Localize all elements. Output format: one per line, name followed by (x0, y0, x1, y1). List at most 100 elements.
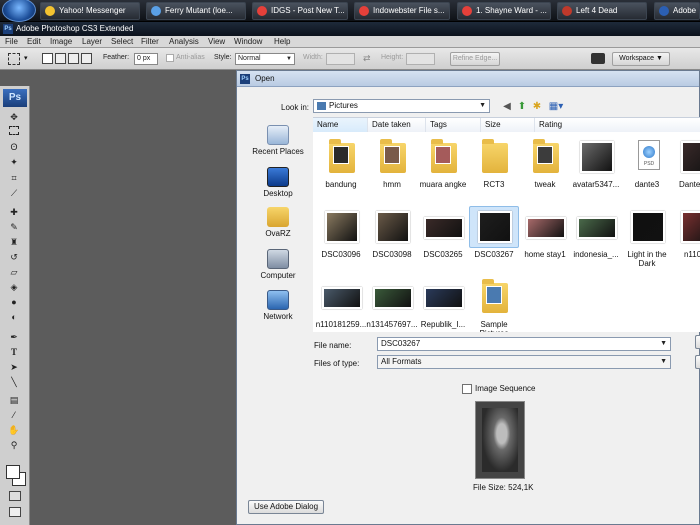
file-item[interactable]: Dante, Ne (671, 136, 700, 189)
docked-panel-icon[interactable] (591, 53, 605, 64)
place-user[interactable]: OvaRZ (247, 207, 309, 238)
move-tool-icon[interactable]: ✥ (7, 111, 21, 123)
column-header-rating[interactable]: Rating (535, 118, 700, 132)
path-selection-tool-icon[interactable]: ➤ (7, 361, 21, 373)
swap-dimensions-icon[interactable]: ⇄ (363, 53, 371, 64)
menu-window[interactable]: Window (234, 36, 262, 48)
line-tool-icon[interactable]: ╲ (7, 376, 21, 388)
menu-view[interactable]: View (208, 36, 225, 48)
file-name-input[interactable]: DSC03267 ▼ (377, 337, 671, 351)
marquee-tool-icon[interactable] (8, 53, 20, 65)
quick-mask-icon[interactable] (9, 491, 21, 501)
taskbar-item[interactable]: Indowebster File s... (354, 2, 450, 20)
slice-tool-icon[interactable]: ⟋ (7, 187, 21, 199)
refine-edge-button[interactable]: Refine Edge... (450, 52, 500, 66)
eyedropper-tool-icon[interactable]: ⁄ (7, 409, 21, 421)
file-item[interactable]: n110181259... (315, 276, 367, 329)
place-recent-places[interactable]: Recent Places (247, 125, 309, 156)
place-network[interactable]: Network (247, 290, 309, 321)
file-item[interactable]: n11018 (671, 206, 700, 259)
pen-tool-icon[interactable]: ✒ (7, 331, 21, 343)
menu-layer[interactable]: Layer (82, 36, 102, 48)
cancel-button[interactable] (695, 355, 700, 369)
file-item[interactable]: bandung (315, 136, 367, 189)
paint-bucket-tool-icon[interactable]: ◈ (7, 281, 21, 293)
folder-icon (533, 139, 559, 173)
blur-tool-icon[interactable]: ● (7, 296, 21, 308)
menu-image[interactable]: Image (50, 36, 72, 48)
taskbar-item[interactable]: IDGS - Post New T... (252, 2, 348, 20)
open-button[interactable] (695, 335, 700, 349)
file-item[interactable]: DSC03098 (366, 206, 418, 259)
crop-tool-icon[interactable]: ⌗ (7, 172, 21, 184)
menu-help[interactable]: Help (274, 36, 290, 48)
hand-tool-icon[interactable]: ✋ (7, 424, 21, 436)
file-item[interactable]: RCT3 (468, 136, 520, 189)
taskbar-item[interactable]: 1. Shayne Ward - ... (457, 2, 551, 20)
file-item[interactable]: Republik_I... (417, 276, 469, 329)
file-item[interactable]: tweak (519, 136, 571, 189)
brush-tool-icon[interactable]: ✎ (7, 221, 21, 233)
column-header-size[interactable]: Size (481, 118, 535, 132)
taskbar-item[interactable]: Adobe (654, 2, 700, 20)
dialog-title-bar[interactable]: Ps Open (237, 71, 699, 87)
taskbar-item[interactable]: Left 4 Dead (557, 2, 647, 20)
photoshop-logo[interactable]: Ps (3, 89, 27, 107)
file-item[interactable]: Sample Pictures (468, 276, 520, 332)
magic-wand-tool-icon[interactable]: ✦ (7, 156, 21, 168)
lasso-tool-icon[interactable]: ʘ (7, 141, 21, 153)
menu-filter[interactable]: Filter (141, 36, 159, 48)
view-menu-icon[interactable]: ▦▾ (546, 101, 566, 113)
clone-stamp-tool-icon[interactable]: ♜ (7, 236, 21, 248)
file-item[interactable]: Light in the Dark (621, 206, 673, 268)
column-header-name[interactable]: Name (313, 118, 368, 132)
file-item[interactable]: hmm (366, 136, 418, 189)
file-item[interactable]: n131457697... (366, 276, 418, 329)
dodge-tool-icon[interactable]: ◐ (7, 311, 21, 323)
style-select[interactable]: Normal ▼ (235, 53, 295, 65)
type-tool-icon[interactable]: T (7, 346, 21, 358)
place-desktop[interactable]: Desktop (247, 167, 309, 198)
image-sequence-checkbox[interactable] (462, 384, 472, 394)
screen-mode-icon[interactable] (9, 507, 21, 517)
file-item[interactable]: DSC03265 (417, 206, 469, 259)
back-icon[interactable]: ◀ (501, 101, 513, 113)
menu-edit[interactable]: Edit (27, 36, 41, 48)
tool-preset-chevron-icon[interactable]: ▾ (24, 54, 28, 62)
files-of-type-select[interactable]: All Formats ▼ (377, 355, 671, 369)
taskbar-item[interactable]: Yahoo! Messenger (40, 2, 140, 20)
new-folder-icon[interactable]: ✱ (531, 101, 543, 113)
column-header-date-taken[interactable]: Date taken (368, 118, 426, 132)
column-header-tags[interactable]: Tags (426, 118, 481, 132)
up-folder-icon[interactable]: ⬆ (516, 101, 528, 113)
file-item[interactable]: DSC03096 (315, 206, 367, 259)
foreground-color-swatch[interactable] (6, 465, 20, 479)
menu-file[interactable]: File (5, 36, 18, 48)
healing-brush-tool-icon[interactable]: ✚ (7, 206, 21, 218)
look-in-select[interactable]: Pictures ▼ (313, 99, 490, 113)
file-list[interactable]: Name Date taken Tags Size Rating bandung… (313, 117, 700, 332)
file-item[interactable]: avatar5347... (570, 136, 622, 189)
eraser-tool-icon[interactable]: ▱ (7, 266, 21, 278)
place-computer[interactable]: Computer (247, 249, 309, 280)
height-input[interactable] (406, 53, 435, 65)
file-item[interactable]: home stay1 (519, 206, 571, 259)
zoom-tool-icon[interactable]: ⚲ (7, 439, 21, 451)
file-item[interactable]: PSD dante3 (621, 136, 673, 189)
menu-analysis[interactable]: Analysis (169, 36, 199, 48)
start-button[interactable] (2, 0, 36, 22)
file-item[interactable]: indonesia_... (570, 206, 622, 259)
history-brush-tool-icon[interactable]: ↺ (7, 251, 21, 263)
feather-input[interactable]: 0 px (134, 53, 158, 65)
marquee-tool-icon[interactable] (7, 126, 21, 138)
use-adobe-dialog-button[interactable]: Use Adobe Dialog (248, 500, 324, 514)
menu-select[interactable]: Select (111, 36, 133, 48)
width-input[interactable] (326, 53, 355, 65)
file-item[interactable]: DSC03267 (468, 206, 520, 259)
notes-tool-icon[interactable]: ▤ (7, 394, 21, 406)
selection-mode-icons[interactable] (42, 53, 94, 65)
file-item[interactable]: muara angke (417, 136, 469, 189)
workspace-button[interactable]: Workspace ▼ (612, 52, 670, 66)
taskbar-item[interactable]: Ferry Mutant (loe... (146, 2, 246, 20)
antialias-checkbox[interactable] (166, 54, 174, 62)
